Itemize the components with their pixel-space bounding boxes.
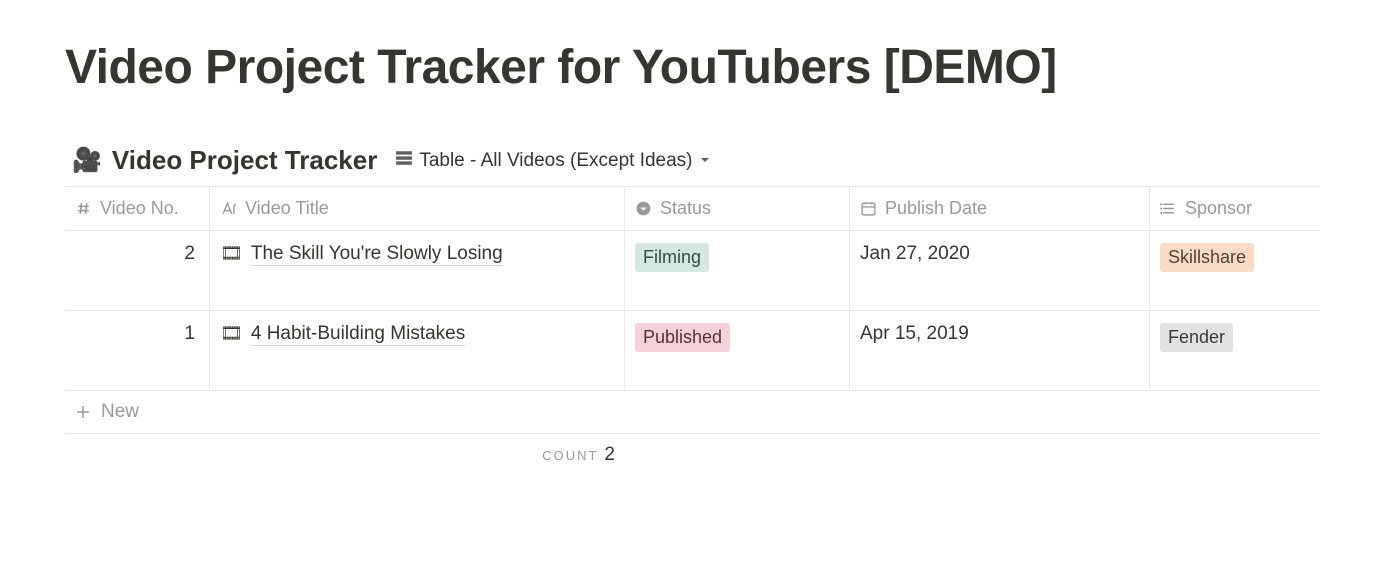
database-table: Video No. Video Title Status Publish Dat…: [65, 186, 1320, 476]
table-header-row: Video No. Video Title Status Publish Dat…: [65, 187, 1320, 231]
database-header: 🎥 Video Project Tracker Table - All Vide…: [65, 145, 1320, 176]
column-label: Video Title: [245, 198, 329, 219]
column-header-sponsor[interactable]: Sponsor: [1150, 187, 1320, 230]
film-icon: 🎞: [220, 323, 243, 344]
count-value: 2: [604, 444, 615, 466]
cell-video-title[interactable]: 🎞 The Skill You're Slowly Losing: [210, 231, 625, 310]
number-icon: [75, 200, 92, 217]
camera-icon: 🎥: [72, 149, 102, 173]
select-icon: [635, 200, 652, 217]
table-row[interactable]: 2 🎞 The Skill You're Slowly Losing Filmi…: [65, 231, 1320, 311]
column-label: Status: [660, 198, 711, 219]
column-header-video-title[interactable]: Video Title: [210, 187, 625, 230]
column-label: Video No.: [100, 198, 179, 219]
sponsor-tag: Skillshare: [1160, 243, 1254, 272]
cell-video-no[interactable]: 2: [65, 231, 210, 310]
chevron-down-icon: [699, 150, 711, 172]
column-header-video-no[interactable]: Video No.: [65, 187, 210, 230]
count-label: COUNT: [542, 448, 598, 463]
status-tag: Filming: [635, 243, 709, 272]
title-text: 4 Habit-Building Mistakes: [251, 323, 465, 346]
cell-status[interactable]: Published: [625, 311, 850, 390]
footer-cell: [65, 444, 210, 466]
status-tag: Published: [635, 323, 730, 352]
cell-status[interactable]: Filming: [625, 231, 850, 310]
table-icon: [395, 149, 413, 173]
text-icon: [220, 200, 237, 217]
footer-count[interactable]: COUNT 2: [210, 444, 625, 466]
multiselect-icon: [1160, 200, 1177, 217]
column-label: Publish Date: [885, 198, 987, 219]
new-row-button[interactable]: New: [65, 391, 1320, 434]
page-title: Video Project Tracker for YouTubers [DEM…: [65, 40, 1320, 95]
cell-publish-date[interactable]: Apr 15, 2019: [850, 311, 1150, 390]
new-label: New: [101, 401, 139, 423]
column-label: Sponsor: [1185, 198, 1252, 219]
column-header-status[interactable]: Status: [625, 187, 850, 230]
cell-video-no[interactable]: 1: [65, 311, 210, 390]
film-icon: 🎞: [220, 243, 243, 264]
calendar-icon: [860, 200, 877, 217]
database-title: Video Project Tracker: [112, 145, 377, 176]
title-text: The Skill You're Slowly Losing: [251, 243, 503, 266]
column-header-publish-date[interactable]: Publish Date: [850, 187, 1150, 230]
cell-publish-date[interactable]: Jan 27, 2020: [850, 231, 1150, 310]
cell-sponsor[interactable]: Skillshare: [1150, 231, 1320, 310]
plus-icon: [75, 404, 91, 420]
table-footer: COUNT 2: [65, 434, 1320, 476]
cell-sponsor[interactable]: Fender: [1150, 311, 1320, 390]
database-title-wrap[interactable]: 🎥 Video Project Tracker: [72, 145, 377, 176]
view-selector[interactable]: Table - All Videos (Except Ideas): [389, 147, 716, 175]
sponsor-tag: Fender: [1160, 323, 1233, 352]
cell-video-title[interactable]: 🎞 4 Habit-Building Mistakes: [210, 311, 625, 390]
view-name: Table - All Videos (Except Ideas): [419, 150, 692, 172]
table-row[interactable]: 1 🎞 4 Habit-Building Mistakes Published …: [65, 311, 1320, 391]
